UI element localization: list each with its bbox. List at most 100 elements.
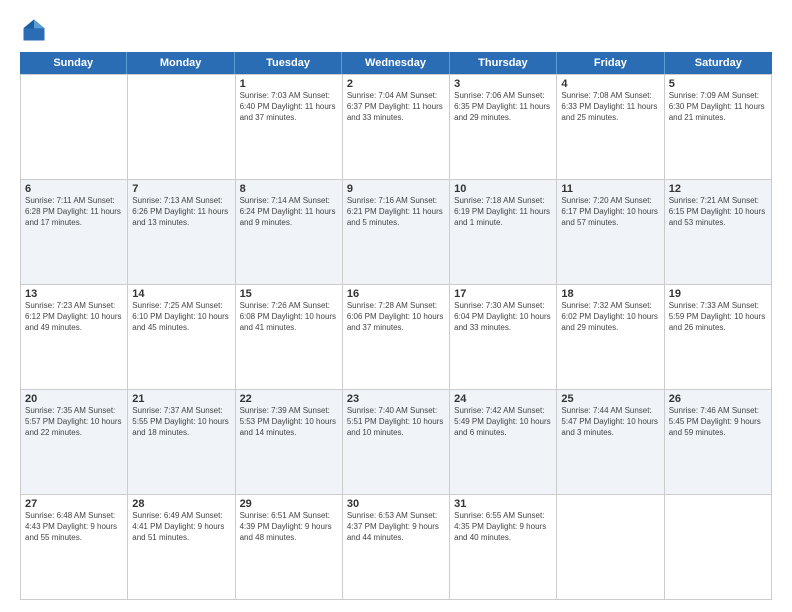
calendar-cell: 14Sunrise: 7:25 AM Sunset: 6:10 PM Dayli… (128, 285, 235, 390)
day-number: 7 (132, 183, 230, 195)
cell-info: Sunrise: 7:40 AM Sunset: 5:51 PM Dayligh… (347, 406, 445, 438)
logo (20, 16, 52, 44)
calendar-cell: 30Sunrise: 6:53 AM Sunset: 4:37 PM Dayli… (343, 495, 450, 600)
day-number: 1 (240, 78, 338, 90)
day-number: 11 (561, 183, 659, 195)
calendar-cell: 17Sunrise: 7:30 AM Sunset: 6:04 PM Dayli… (450, 285, 557, 390)
calendar-cell: 2Sunrise: 7:04 AM Sunset: 6:37 PM Daylig… (343, 75, 450, 180)
cell-info: Sunrise: 7:30 AM Sunset: 6:04 PM Dayligh… (454, 301, 552, 333)
day-number: 2 (347, 78, 445, 90)
header-day-wednesday: Wednesday (342, 52, 449, 74)
day-number: 15 (240, 288, 338, 300)
cell-info: Sunrise: 7:16 AM Sunset: 6:21 PM Dayligh… (347, 196, 445, 228)
day-number: 24 (454, 393, 552, 405)
day-number: 8 (240, 183, 338, 195)
day-number: 3 (454, 78, 552, 90)
calendar-row: 6Sunrise: 7:11 AM Sunset: 6:28 PM Daylig… (21, 180, 772, 285)
day-number: 9 (347, 183, 445, 195)
calendar-cell: 4Sunrise: 7:08 AM Sunset: 6:33 PM Daylig… (557, 75, 664, 180)
day-number: 21 (132, 393, 230, 405)
calendar-cell: 11Sunrise: 7:20 AM Sunset: 6:17 PM Dayli… (557, 180, 664, 285)
header-day-tuesday: Tuesday (235, 52, 342, 74)
calendar-cell: 31Sunrise: 6:55 AM Sunset: 4:35 PM Dayli… (450, 495, 557, 600)
header-day-monday: Monday (127, 52, 234, 74)
header-day-friday: Friday (557, 52, 664, 74)
calendar-cell: 23Sunrise: 7:40 AM Sunset: 5:51 PM Dayli… (343, 390, 450, 495)
day-number: 10 (454, 183, 552, 195)
cell-info: Sunrise: 7:03 AM Sunset: 6:40 PM Dayligh… (240, 91, 338, 123)
cell-info: Sunrise: 7:44 AM Sunset: 5:47 PM Dayligh… (561, 406, 659, 438)
day-number: 5 (669, 78, 767, 90)
calendar-cell: 24Sunrise: 7:42 AM Sunset: 5:49 PM Dayli… (450, 390, 557, 495)
day-number: 26 (669, 393, 767, 405)
calendar-cell: 29Sunrise: 6:51 AM Sunset: 4:39 PM Dayli… (236, 495, 343, 600)
day-number: 12 (669, 183, 767, 195)
day-number: 13 (25, 288, 123, 300)
cell-info: Sunrise: 7:14 AM Sunset: 6:24 PM Dayligh… (240, 196, 338, 228)
calendar-cell: 8Sunrise: 7:14 AM Sunset: 6:24 PM Daylig… (236, 180, 343, 285)
cell-info: Sunrise: 7:42 AM Sunset: 5:49 PM Dayligh… (454, 406, 552, 438)
cell-info: Sunrise: 7:13 AM Sunset: 6:26 PM Dayligh… (132, 196, 230, 228)
cell-info: Sunrise: 6:55 AM Sunset: 4:35 PM Dayligh… (454, 511, 552, 543)
day-number: 4 (561, 78, 659, 90)
calendar-cell: 3Sunrise: 7:06 AM Sunset: 6:35 PM Daylig… (450, 75, 557, 180)
cell-info: Sunrise: 7:11 AM Sunset: 6:28 PM Dayligh… (25, 196, 123, 228)
page: SundayMondayTuesdayWednesdayThursdayFrid… (0, 0, 792, 612)
calendar-cell: 26Sunrise: 7:46 AM Sunset: 5:45 PM Dayli… (665, 390, 772, 495)
cell-info: Sunrise: 7:06 AM Sunset: 6:35 PM Dayligh… (454, 91, 552, 123)
cell-info: Sunrise: 7:35 AM Sunset: 5:57 PM Dayligh… (25, 406, 123, 438)
day-number: 23 (347, 393, 445, 405)
header-day-thursday: Thursday (450, 52, 557, 74)
calendar-cell: 13Sunrise: 7:23 AM Sunset: 6:12 PM Dayli… (21, 285, 128, 390)
day-number: 31 (454, 498, 552, 510)
day-number: 6 (25, 183, 123, 195)
calendar-row: 20Sunrise: 7:35 AM Sunset: 5:57 PM Dayli… (21, 390, 772, 495)
header-day-saturday: Saturday (665, 52, 772, 74)
cell-info: Sunrise: 7:37 AM Sunset: 5:55 PM Dayligh… (132, 406, 230, 438)
cell-info: Sunrise: 7:39 AM Sunset: 5:53 PM Dayligh… (240, 406, 338, 438)
calendar-cell: 27Sunrise: 6:48 AM Sunset: 4:43 PM Dayli… (21, 495, 128, 600)
calendar-cell: 9Sunrise: 7:16 AM Sunset: 6:21 PM Daylig… (343, 180, 450, 285)
day-number: 27 (25, 498, 123, 510)
cell-info: Sunrise: 7:20 AM Sunset: 6:17 PM Dayligh… (561, 196, 659, 228)
calendar-cell: 15Sunrise: 7:26 AM Sunset: 6:08 PM Dayli… (236, 285, 343, 390)
calendar-row: 1Sunrise: 7:03 AM Sunset: 6:40 PM Daylig… (21, 75, 772, 180)
calendar-cell: 18Sunrise: 7:32 AM Sunset: 6:02 PM Dayli… (557, 285, 664, 390)
cell-info: Sunrise: 6:51 AM Sunset: 4:39 PM Dayligh… (240, 511, 338, 543)
cell-info: Sunrise: 6:48 AM Sunset: 4:43 PM Dayligh… (25, 511, 123, 543)
calendar-header: SundayMondayTuesdayWednesdayThursdayFrid… (20, 52, 772, 74)
calendar-cell: 25Sunrise: 7:44 AM Sunset: 5:47 PM Dayli… (557, 390, 664, 495)
calendar-row: 13Sunrise: 7:23 AM Sunset: 6:12 PM Dayli… (21, 285, 772, 390)
cell-info: Sunrise: 7:09 AM Sunset: 6:30 PM Dayligh… (669, 91, 767, 123)
cell-info: Sunrise: 7:33 AM Sunset: 5:59 PM Dayligh… (669, 301, 767, 333)
day-number: 18 (561, 288, 659, 300)
calendar-cell (557, 495, 664, 600)
header-day-sunday: Sunday (20, 52, 127, 74)
day-number: 19 (669, 288, 767, 300)
day-number: 14 (132, 288, 230, 300)
calendar-cell: 22Sunrise: 7:39 AM Sunset: 5:53 PM Dayli… (236, 390, 343, 495)
calendar-cell: 28Sunrise: 6:49 AM Sunset: 4:41 PM Dayli… (128, 495, 235, 600)
cell-info: Sunrise: 7:25 AM Sunset: 6:10 PM Dayligh… (132, 301, 230, 333)
day-number: 16 (347, 288, 445, 300)
day-number: 20 (25, 393, 123, 405)
calendar-body: 1Sunrise: 7:03 AM Sunset: 6:40 PM Daylig… (20, 74, 772, 600)
calendar-cell: 20Sunrise: 7:35 AM Sunset: 5:57 PM Dayli… (21, 390, 128, 495)
calendar-cell (128, 75, 235, 180)
calendar-cell: 21Sunrise: 7:37 AM Sunset: 5:55 PM Dayli… (128, 390, 235, 495)
day-number: 29 (240, 498, 338, 510)
cell-info: Sunrise: 7:32 AM Sunset: 6:02 PM Dayligh… (561, 301, 659, 333)
cell-info: Sunrise: 7:21 AM Sunset: 6:15 PM Dayligh… (669, 196, 767, 228)
cell-info: Sunrise: 7:23 AM Sunset: 6:12 PM Dayligh… (25, 301, 123, 333)
day-number: 22 (240, 393, 338, 405)
cell-info: Sunrise: 7:26 AM Sunset: 6:08 PM Dayligh… (240, 301, 338, 333)
cell-info: Sunrise: 7:46 AM Sunset: 5:45 PM Dayligh… (669, 406, 767, 438)
cell-info: Sunrise: 6:49 AM Sunset: 4:41 PM Dayligh… (132, 511, 230, 543)
cell-info: Sunrise: 7:04 AM Sunset: 6:37 PM Dayligh… (347, 91, 445, 123)
calendar: SundayMondayTuesdayWednesdayThursdayFrid… (20, 52, 772, 600)
calendar-cell (21, 75, 128, 180)
cell-info: Sunrise: 6:53 AM Sunset: 4:37 PM Dayligh… (347, 511, 445, 543)
day-number: 17 (454, 288, 552, 300)
calendar-cell: 19Sunrise: 7:33 AM Sunset: 5:59 PM Dayli… (665, 285, 772, 390)
calendar-cell: 10Sunrise: 7:18 AM Sunset: 6:19 PM Dayli… (450, 180, 557, 285)
